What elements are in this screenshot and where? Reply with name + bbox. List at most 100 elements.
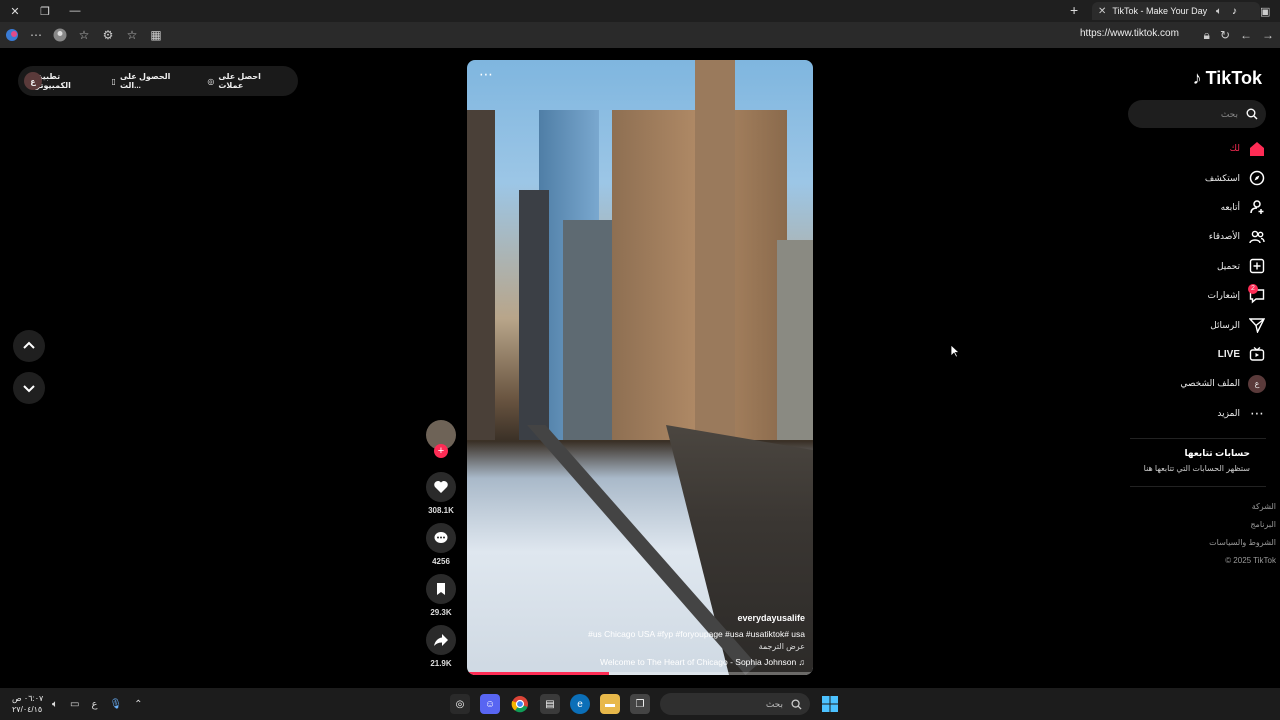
extensions-icon[interactable]: ⚙	[96, 22, 120, 48]
microphone-icon[interactable]: 🎙︎	[109, 699, 122, 710]
language-indicator[interactable]: ع	[91, 699, 97, 710]
share-button[interactable]	[426, 625, 456, 655]
close-tab-icon[interactable]: ✕	[1098, 6, 1106, 17]
follow-plus-icon[interactable]: +	[434, 444, 448, 458]
sidebar-item-label: لك	[1229, 143, 1240, 154]
more-icon: ⋯	[1250, 404, 1264, 421]
tiktok-page: ع ⤓ تطبيق الكمبيوتر ▯ الحصول على الت... …	[0, 48, 1280, 688]
previous-video-button[interactable]	[13, 330, 45, 362]
logo-text: TikTok	[1205, 68, 1262, 88]
notification-badge: 2	[1248, 283, 1258, 294]
inbox-icon: 2	[1248, 283, 1266, 304]
comment-icon	[434, 532, 448, 543]
profile-icon[interactable]	[48, 22, 72, 48]
task-view-icon[interactable]: ❐	[630, 694, 650, 714]
collections-icon[interactable]: ▦	[144, 22, 168, 48]
chevron-down-icon	[23, 385, 35, 393]
new-tab-button[interactable]: +	[1070, 2, 1078, 18]
sidebar-item-label: الملف الشخصي	[1180, 378, 1240, 389]
upload-icon	[1248, 258, 1266, 274]
get-coins-button[interactable]: ◎ احصل على عملات	[207, 72, 288, 90]
taskbar-search[interactable]: بحث	[660, 693, 810, 715]
address-bar: ⋯ ☆ ⚙ ☆ ▦ https://www.tiktok.com 🔒︎ ↻ ← …	[0, 22, 1280, 48]
like-button[interactable]	[426, 472, 456, 502]
save-count: 29.3K	[430, 608, 452, 617]
get-on-phone-label: الحصول على الت...	[119, 72, 171, 90]
footer-link-company[interactable]: الشركة	[1209, 498, 1276, 516]
taskbar-search-placeholder: بحث	[765, 698, 783, 709]
sidebar-item-label: المزيد	[1217, 407, 1240, 418]
sidebar-item-friends[interactable]: الأصدقاء	[1126, 222, 1266, 251]
star-icon[interactable]: ☆	[120, 22, 144, 48]
search-input[interactable]: بحث	[1128, 100, 1266, 128]
network-icon[interactable]: ▭	[70, 699, 79, 710]
sidebar-item-explore[interactable]: استكشف	[1126, 163, 1266, 192]
refresh-icon[interactable]: ↻	[1220, 28, 1230, 42]
footer-link-terms[interactable]: الشروط والسياسات	[1209, 534, 1276, 552]
sidebar-item-label: تحميل	[1216, 260, 1240, 271]
sidebar-item-live[interactable]: LIVE	[1126, 340, 1266, 369]
taskbar: ٠٦:٠٧ ص ٢٧/٠٤/١٥ 🔈︎ ▭ ع 🎙︎ ⌃ ◎ ☺ ▤ e ▬ ❐…	[0, 688, 1280, 720]
avatar: ع	[1248, 374, 1266, 393]
search-placeholder: بحث	[1220, 108, 1238, 119]
lock-icon[interactable]: 🔒︎	[1204, 28, 1210, 43]
sidebar-item-following[interactable]: أتابعه	[1126, 193, 1266, 222]
sidebar-item-messages[interactable]: الرسائل	[1126, 310, 1266, 339]
browser-titlebar: ✕ ❐ — + ✕ TikTok - Make Your Day 🔈︎ ♪ ▣	[0, 0, 1280, 22]
sidebar-item-profile[interactable]: ع الملف الشخصي	[1126, 369, 1266, 398]
next-video-button[interactable]	[13, 372, 45, 404]
sidebar-item-upload[interactable]: تحميل	[1126, 252, 1266, 281]
sidebar-item-for-you[interactable]: لك	[1126, 134, 1266, 163]
minimize-window-icon[interactable]: —	[60, 0, 90, 22]
chatgpt-app-icon[interactable]: ◎	[450, 694, 470, 714]
avatar[interactable]: ع	[24, 72, 42, 90]
coin-icon: ◎	[207, 76, 215, 86]
system-tray: 🔈︎ ▭ ع 🎙︎ ⌃	[52, 688, 143, 720]
music-link[interactable]: Welcome to The Heart of Chicago - Sophia…	[600, 657, 805, 667]
chevron-up-icon[interactable]: ⌃	[134, 699, 142, 710]
tiktok-logo[interactable]: ♪ TikTok	[1193, 68, 1262, 89]
sidebar: ♪ TikTok بحث لك استكشف أتابعه الأصدقاء ت…	[1120, 48, 1280, 688]
video-progress-bar[interactable]	[467, 672, 813, 675]
sidebar-menu: لك استكشف أتابعه الأصدقاء تحميل 2 إشعارا…	[1126, 134, 1266, 428]
windows-start-icon[interactable]	[820, 694, 840, 714]
system-clock[interactable]: ٠٦:٠٧ ص ٢٧/٠٤/١٥	[12, 693, 43, 715]
file-explorer-icon[interactable]: ▬	[600, 694, 620, 714]
favorites-icon[interactable]: ☆	[72, 22, 96, 48]
save-button[interactable]	[426, 574, 456, 604]
volume-icon[interactable]: 🔈︎	[52, 699, 58, 710]
tiktok-tab-icon[interactable]: ♪	[1232, 6, 1237, 17]
video-username[interactable]: everydayusalife	[737, 613, 805, 623]
footer-copyright: © 2025 TikTok	[1225, 556, 1276, 565]
more-menu-icon[interactable]: ⋯	[24, 22, 48, 48]
sidebar-item-label: LIVE	[1217, 348, 1240, 360]
tab-title: TikTok - Make Your Day	[1112, 6, 1208, 16]
share-count: 21.9K	[430, 659, 452, 668]
edge-app-icon[interactable]: e	[570, 694, 590, 714]
search-icon	[791, 698, 802, 710]
close-window-icon[interactable]: ✕	[0, 0, 30, 22]
copilot-icon[interactable]	[0, 22, 24, 48]
chevron-up-icon	[23, 341, 35, 349]
store-app-icon[interactable]: ▤	[540, 694, 560, 714]
sidebar-item-more[interactable]: ⋯ المزيد	[1126, 399, 1266, 428]
comment-button[interactable]	[426, 523, 456, 553]
restore-window-icon[interactable]: ❐	[30, 0, 60, 22]
forward-icon[interactable]: →	[1262, 28, 1274, 42]
creator-avatar[interactable]: +	[426, 420, 456, 458]
tab-actions-icon[interactable]: ▣	[1260, 5, 1270, 18]
see-translation-link[interactable]: عرض الترجمة	[759, 642, 805, 651]
back-icon[interactable]: ←	[1240, 28, 1252, 42]
url-field[interactable]: https://www.tiktok.com	[1080, 28, 1179, 39]
get-on-phone-button[interactable]: ▯ الحصول على الت...	[112, 72, 194, 90]
speaker-icon[interactable]: 🔈︎	[1216, 6, 1222, 17]
sidebar-item-inbox[interactable]: 2 إشعارات	[1126, 281, 1266, 310]
footer-link-program[interactable]: البرنامج	[1209, 516, 1276, 534]
comment-count: 4256	[432, 557, 450, 566]
chrome-app-icon[interactable]	[510, 694, 530, 714]
following-subtext: ستظهر الحسابات التي تتابعها هنا	[1143, 464, 1250, 473]
video-player[interactable]: ⋯ everydayusalife us Chicago USA #fyp #f…	[467, 60, 813, 675]
phone-icon: ▯	[111, 76, 116, 86]
video-options-icon[interactable]: ⋯	[479, 66, 494, 83]
discord-app-icon[interactable]: ☺	[480, 694, 500, 714]
